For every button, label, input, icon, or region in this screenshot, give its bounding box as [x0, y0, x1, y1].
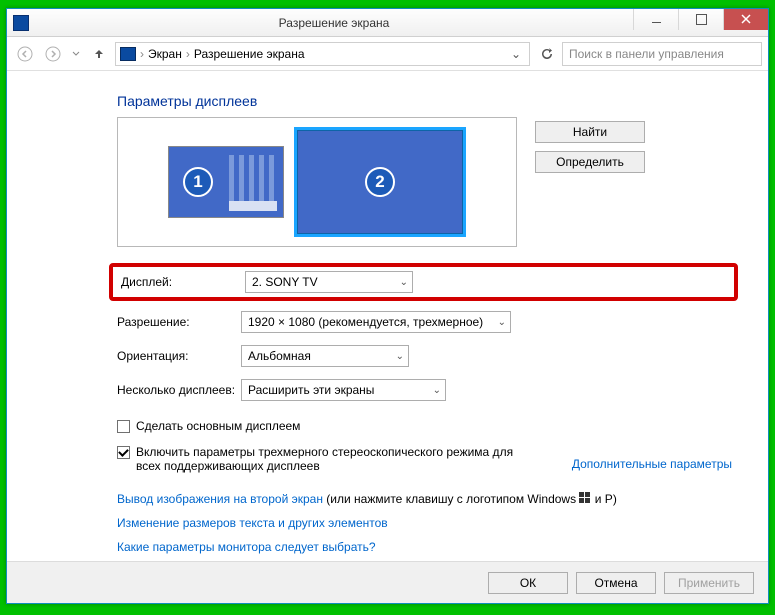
stereo-label[interactable]: Включить параметры трехмерного стереоско… — [136, 445, 516, 473]
detect-button[interactable]: Определить — [535, 151, 645, 173]
monitor-number: 2 — [365, 167, 395, 197]
chevron-down-icon: ⌄ — [433, 385, 441, 396]
search-placeholder: Поиск в панели управления — [569, 47, 724, 61]
resolution-select[interactable]: 1920 × 1080 (рекомендуется, трехмерное)⌄ — [241, 311, 511, 333]
monitor-1[interactable]: 1 — [168, 146, 284, 218]
monitor-2[interactable]: 2 — [294, 127, 466, 237]
page-heading: Параметры дисплеев — [117, 93, 732, 109]
chevron-right-icon: › — [140, 47, 144, 61]
orientation-label: Ориентация: — [117, 349, 241, 363]
which-settings-link[interactable]: Какие параметры монитора следует выбрать… — [117, 540, 376, 554]
chevron-down-icon: ⌄ — [396, 351, 404, 362]
navbar: › Экран › Разрешение экрана ⌄ Поиск в па… — [7, 37, 768, 71]
breadcrumb-dropdown[interactable]: ⌄ — [507, 47, 525, 61]
advanced-params-link[interactable]: Дополнительные параметры — [572, 457, 732, 471]
text-size-link[interactable]: Изменение размеров текста и других элеме… — [117, 516, 388, 530]
find-button[interactable]: Найти — [535, 121, 645, 143]
highlighted-display-row: Дисплей: 2. SONY TV⌄ — [109, 263, 738, 301]
up-button[interactable] — [87, 42, 111, 66]
monitor-number: 1 — [183, 167, 213, 197]
resolution-label: Разрешение: — [117, 315, 241, 329]
multi-display-select[interactable]: Расширить эти экраны⌄ — [241, 379, 446, 401]
cancel-button[interactable]: Отмена — [576, 572, 656, 594]
apply-button[interactable]: Применить — [664, 572, 754, 594]
window-title: Разрешение экрана — [35, 16, 633, 30]
windows-key-icon — [579, 492, 591, 504]
display-preview[interactable]: 1 2 — [117, 117, 517, 247]
chevron-right-icon: › — [186, 47, 190, 61]
minimize-button[interactable] — [633, 9, 678, 30]
close-button[interactable] — [723, 9, 768, 30]
chevron-down-icon: ⌄ — [498, 317, 506, 328]
footer: ОК Отмена Применить — [7, 561, 768, 603]
multi-display-label: Несколько дисплеев: — [117, 383, 241, 397]
stereo-checkbox[interactable] — [117, 446, 130, 459]
make-primary-label[interactable]: Сделать основным дисплеем — [136, 419, 300, 433]
display-label: Дисплей: — [121, 275, 245, 289]
ok-button[interactable]: ОК — [488, 572, 568, 594]
back-button[interactable] — [13, 42, 37, 66]
breadcrumb-item[interactable]: Разрешение экрана — [194, 47, 305, 61]
make-primary-checkbox[interactable] — [117, 420, 130, 433]
app-icon — [13, 15, 29, 31]
orientation-select[interactable]: Альбомная⌄ — [241, 345, 409, 367]
titlebar: Разрешение экрана — [7, 9, 768, 37]
display-icon — [120, 47, 136, 61]
window: Разрешение экрана › Экран › Разрешение э… — [6, 8, 769, 604]
history-dropdown[interactable] — [69, 42, 83, 66]
display-select[interactable]: 2. SONY TV⌄ — [245, 271, 413, 293]
breadcrumb-item[interactable]: Экран — [148, 47, 182, 61]
search-input[interactable]: Поиск в панели управления — [562, 42, 762, 66]
content: Параметры дисплеев 1 2 Найти Определить … — [7, 71, 768, 559]
project-link[interactable]: Вывод изображения на второй экран — [117, 492, 323, 506]
maximize-button[interactable] — [678, 9, 723, 30]
breadcrumb[interactable]: › Экран › Разрешение экрана ⌄ — [115, 42, 530, 66]
chevron-down-icon: ⌄ — [400, 277, 408, 288]
refresh-button[interactable] — [534, 42, 558, 66]
forward-button[interactable] — [41, 42, 65, 66]
